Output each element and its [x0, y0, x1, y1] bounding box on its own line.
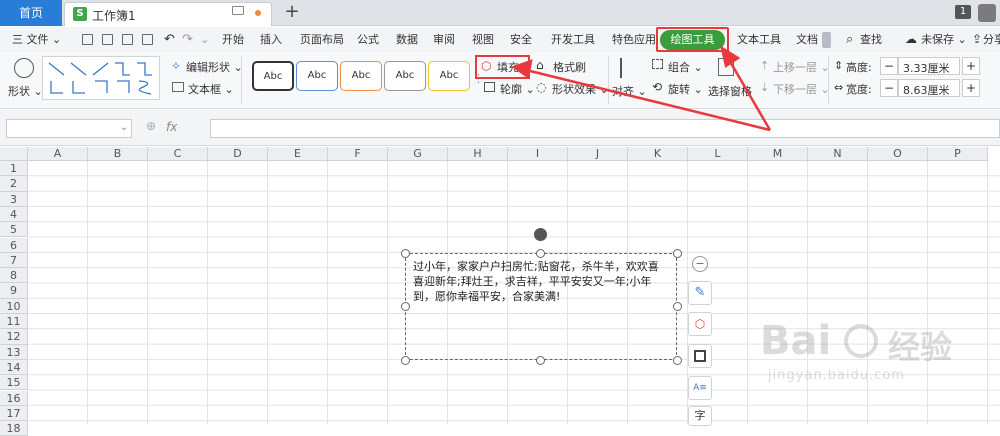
watermark-brand: Bai — [760, 318, 832, 364]
watermark-url: jingyan.baidu.com — [768, 368, 905, 383]
watermark: Bai 经验 jingyan.baidu.com — [760, 318, 1000, 422]
watermark-brand-cn: 经验 — [888, 328, 953, 366]
paw-icon — [844, 324, 878, 358]
